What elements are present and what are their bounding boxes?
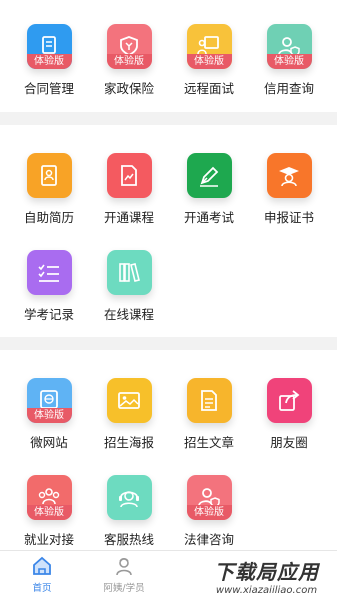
tile-poster: [106, 378, 152, 423]
tab-home-label: 首页: [32, 583, 52, 594]
trial-badge: 体验版: [266, 54, 312, 69]
watermark: 下载局应用 www.xiazaiiliao.com: [196, 552, 337, 600]
tile-insurance: 体验版: [106, 24, 152, 69]
watermark-title: 下载局应用: [214, 560, 319, 584]
grid-item-study-record[interactable]: 学考记录: [10, 250, 88, 350]
grid-item-label: 申报证书: [263, 210, 314, 225]
tile-article: [186, 378, 232, 423]
tab-workers-students[interactable]: 阿姨/学员: [84, 555, 164, 599]
grid-item-resume[interactable]: 自助简历: [10, 153, 88, 253]
grid-item-label: 客服热线: [103, 532, 154, 547]
grid-item-online-course[interactable]: 在线课程: [90, 250, 168, 350]
tile-credit-check: 体验版: [266, 24, 312, 69]
grid-item-article[interactable]: 招生文章: [170, 378, 248, 478]
tile-certificate: [266, 153, 312, 198]
grid-item-contract[interactable]: 体验版 合同管理: [10, 24, 88, 124]
grid-item-label: 招生海报: [103, 435, 154, 450]
tab-workers-students-label: 阿姨/学员: [103, 583, 145, 594]
picture-icon: [118, 391, 140, 409]
trial-badge: 体验版: [26, 505, 72, 520]
trial-badge: 体验版: [186, 505, 232, 520]
grid-item-credit-check[interactable]: 体验版 信用查询: [250, 24, 328, 124]
tile-open-course: [106, 153, 152, 198]
resume-icon: [41, 164, 57, 186]
watermark-url: www.xiazaiiliao.com: [215, 585, 318, 596]
trial-badge: 体验版: [106, 54, 152, 69]
grid-item-label: 在线课程: [103, 307, 154, 322]
grid-item-label: 合同管理: [23, 81, 74, 96]
grid-item-poster[interactable]: 招生海报: [90, 378, 168, 478]
grid-item-open-course[interactable]: 开通课程: [90, 153, 168, 253]
tile-open-exam: [186, 153, 232, 198]
checklist-icon: [38, 264, 59, 282]
grid-item-certificate[interactable]: 申报证书: [250, 153, 328, 253]
tile-employment: 体验版: [26, 475, 72, 520]
tile-micro-site: 体验版: [26, 378, 72, 423]
grid-item-label: 微网站: [30, 435, 68, 450]
section-marketing: 体验版 微网站 招生海报 招生文章 朋友圈 体验版 就业对接 客服热线 体验版 …: [0, 350, 337, 550]
tab-home[interactable]: 首页: [2, 555, 82, 599]
tile-contract: 体验版: [26, 24, 72, 69]
pen-icon: [200, 166, 219, 187]
headset-icon: [119, 490, 139, 507]
grid-item-label: 家政保险: [103, 81, 154, 96]
grid-item-label: 法律咨询: [183, 532, 234, 547]
tile-study-record: [26, 250, 72, 295]
tile-remote-interview: 体验版: [186, 24, 232, 69]
chart-doc-icon: [121, 164, 137, 186]
tile-online-course: [106, 250, 152, 295]
grid-item-open-exam[interactable]: 开通考试: [170, 153, 248, 253]
trial-badge: 体验版: [26, 408, 72, 423]
tile-hotline: [106, 475, 152, 520]
grid-item-moments[interactable]: 朋友圈: [250, 378, 328, 478]
grid-item-remote-interview[interactable]: 体验版 远程面试: [170, 24, 248, 124]
grid-item-label: 远程面试: [183, 81, 234, 96]
grid-item-label: 信用查询: [263, 81, 314, 96]
grid-item-label: 开通考试: [183, 210, 234, 225]
grid-item-label: 朋友圈: [270, 435, 308, 450]
grid-item-label: 招生文章: [183, 435, 234, 450]
person-icon: [116, 558, 132, 576]
article-icon: [201, 389, 217, 411]
trial-badge: 体验版: [26, 54, 72, 69]
section-training: 自助简历 开通课程 开通考试 申报证书 学考记录 在线课程: [0, 125, 337, 337]
grid-item-label: 自助简历: [23, 210, 74, 225]
tile-moments: [266, 378, 312, 423]
grid-item-label: 就业对接: [23, 532, 74, 547]
home-icon: [33, 556, 51, 575]
tile-legal: 体验版: [186, 475, 232, 520]
books-icon: [119, 262, 140, 282]
grid-item-micro-site[interactable]: 体验版 微网站: [10, 378, 88, 478]
graduate-icon: [279, 166, 299, 186]
share-icon: [279, 389, 300, 411]
grid-item-label: 学考记录: [23, 307, 74, 322]
section-services: 体验版 合同管理 体验版 家政保险 体验版 远程面试 体验版 信用查询: [0, 0, 337, 112]
grid-item-insurance[interactable]: 体验版 家政保险: [90, 24, 168, 124]
grid-item-label: 开通课程: [103, 210, 154, 225]
tile-resume: [26, 153, 72, 198]
trial-badge: 体验版: [186, 54, 232, 69]
